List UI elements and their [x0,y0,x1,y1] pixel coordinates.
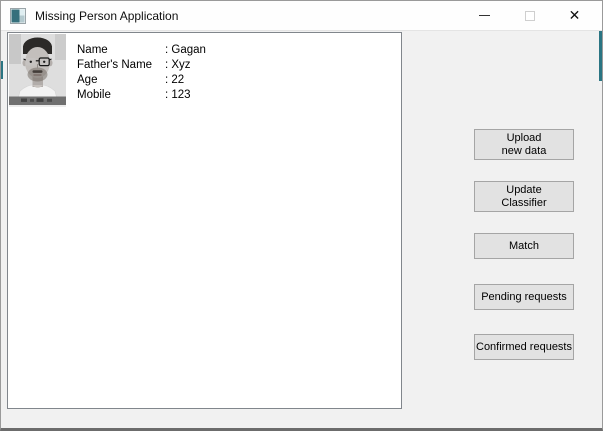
app-icon [10,7,26,24]
confirmed-requests-button[interactable]: Confirmed requests [474,334,574,360]
detail-row-age: Age : 22 [77,72,206,87]
field-label: Age [77,73,98,86]
titlebar[interactable]: Missing Person Application ✕ [1,1,602,31]
field-value: : 123 [165,88,191,101]
match-button[interactable]: Match [474,233,574,259]
minimize-icon [479,15,490,16]
background-window-edge-right [599,31,602,81]
field-label: Name [77,43,108,56]
person-details: Name : Gagan Father's Name : Xyz Age : 2… [77,42,206,102]
field-value: : Xyz [165,58,191,71]
field-value: : Gagan [165,43,206,56]
detail-row-name: Name : Gagan [77,42,206,57]
update-classifier-button[interactable]: Update Classifier [474,181,574,212]
close-button[interactable]: ✕ [552,1,597,30]
background-window-edge-left [1,61,3,79]
detail-row-mobile: Mobile : 123 [77,87,206,102]
upload-new-data-button[interactable]: Upload new data [474,129,574,160]
window-controls: ✕ [462,1,597,30]
window-title: Missing Person Application [35,8,179,23]
person-photo [9,34,66,107]
field-label: Mobile [77,88,111,101]
app-window: Missing Person Application ✕ Name: Gaga… [0,0,603,431]
pending-requests-button[interactable]: Pending requests [474,284,574,310]
maximize-icon [524,10,535,21]
field-value: : 22 [165,73,185,86]
maximize-button[interactable] [507,1,552,30]
minimize-button[interactable] [462,1,507,30]
detail-row-fathers-name: Father's Name : Xyz [77,57,206,72]
field-label: Father's Name [77,58,153,71]
person-detail-panel: Name : Gagan Father's Name : Xyz Age : 2… [7,32,402,409]
